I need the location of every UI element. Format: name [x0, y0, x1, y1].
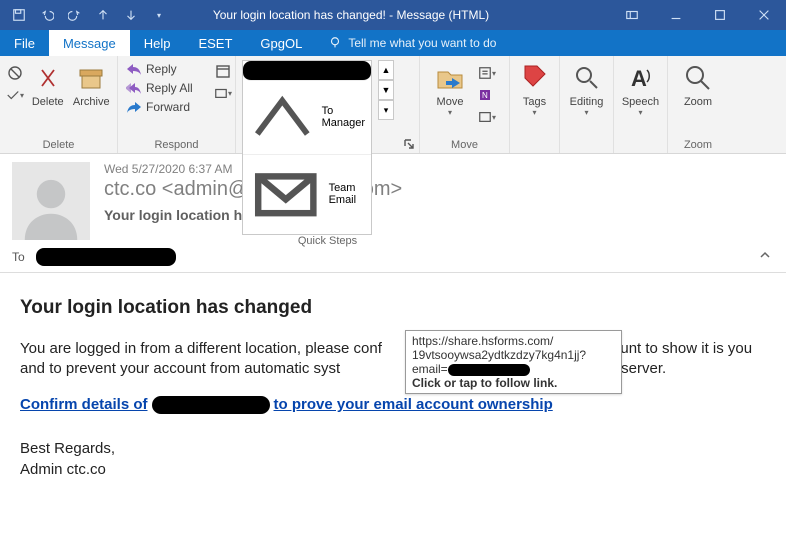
expand-header-icon[interactable] — [758, 248, 772, 267]
to-redacted — [36, 248, 176, 266]
down-arrow-icon[interactable] — [118, 2, 144, 28]
group-quicksteps: To Manager Team Email ▲ ▼ ▾ Quick Steps — [236, 56, 420, 153]
forward-button[interactable]: Forward — [124, 98, 192, 116]
tab-message[interactable]: Message — [49, 30, 130, 56]
editing-button[interactable]: Editing▾ — [566, 60, 607, 117]
quicksteps-more-icon[interactable]: ▾ — [378, 100, 394, 120]
group-move-label: Move — [420, 139, 509, 153]
signature-line1: Best Regards, — [20, 440, 115, 457]
tooltip-url-2: 19vtsooywsa2ydtkzdzy7kg4n1jj? — [412, 348, 615, 362]
tab-gpgol[interactable]: GpgOL — [246, 30, 316, 56]
group-respond: Reply Reply All Forward ▾ Respond — [118, 56, 236, 153]
up-arrow-icon[interactable] — [90, 2, 116, 28]
group-speech: A Speech▾ — [614, 56, 668, 153]
reply-all-button[interactable]: Reply All — [124, 79, 195, 97]
ribbon-display-icon[interactable] — [610, 0, 654, 30]
sender-avatar — [12, 162, 90, 240]
tags-button[interactable]: Tags▾ — [516, 60, 553, 117]
group-zoom: Zoom Zoom — [668, 56, 728, 153]
window-controls — [610, 0, 786, 30]
link-tooltip: https://share.hsforms.com/ 19vtsooywsa2y… — [405, 330, 622, 394]
quicksteps-launcher-icon[interactable] — [403, 138, 415, 150]
quickstep-redacted[interactable] — [243, 61, 371, 81]
quickstep-team-email[interactable]: Team Email — [243, 155, 371, 235]
more-respond-icon[interactable]: ▾ — [214, 84, 232, 102]
tooltip-url-3: email= — [412, 362, 615, 376]
ribbon: ▾ Delete Archive Delete Reply Reply All … — [0, 56, 786, 154]
signature-line2: Admin ctc.co — [20, 461, 106, 478]
quicksteps-down-icon[interactable]: ▼ — [378, 80, 394, 100]
tooltip-url-1: https://share.hsforms.com/ — [412, 334, 615, 348]
quick-access-toolbar: ▾ — [0, 2, 172, 28]
zoom-button[interactable]: Zoom — [674, 60, 722, 108]
message-subject: Your login location has changed! — [104, 207, 774, 223]
tell-me-label: Tell me what you want to do — [348, 36, 496, 50]
ignore-icon[interactable] — [6, 64, 24, 82]
group-tags: Tags▾ — [510, 56, 560, 153]
meeting-icon[interactable] — [214, 62, 232, 80]
speech-button[interactable]: A Speech▾ — [620, 60, 661, 117]
group-respond-label: Respond — [118, 139, 235, 153]
to-label: To — [12, 250, 36, 264]
ribbon-tabs: File Message Help ESET GpgOL Tell me wha… — [0, 30, 786, 56]
group-zoom-label: Zoom — [668, 139, 728, 153]
reply-button[interactable]: Reply — [124, 60, 179, 78]
close-icon[interactable] — [742, 0, 786, 30]
svg-text:N: N — [482, 91, 488, 100]
redo-icon[interactable] — [62, 2, 88, 28]
to-row: To — [0, 244, 786, 268]
quicksteps-up-icon[interactable]: ▲ — [378, 60, 394, 80]
group-delete: ▾ Delete Archive Delete — [0, 56, 118, 153]
tooltip-hint: Click or tap to follow link. — [412, 376, 615, 390]
svg-text:A: A — [631, 66, 647, 91]
tell-me[interactable]: Tell me what you want to do — [316, 30, 496, 56]
body-heading: Your login location has changed — [20, 295, 766, 321]
minimize-icon[interactable] — [654, 0, 698, 30]
group-delete-label: Delete — [0, 139, 117, 153]
message-body: Your login location has changed You are … — [0, 273, 786, 502]
archive-button[interactable]: Archive — [72, 60, 112, 108]
tab-help[interactable]: Help — [130, 30, 185, 56]
body-paragraph: You are logged in from a different locat… — [20, 339, 766, 380]
rules-icon[interactable]: ▾ — [478, 64, 496, 82]
tab-eset[interactable]: ESET — [184, 30, 246, 56]
group-move: Move▾ ▾ N ▾ Move — [420, 56, 510, 153]
quickstep-to-manager[interactable]: To Manager — [243, 81, 371, 155]
move-button[interactable]: Move▾ — [426, 60, 474, 117]
onenote-icon[interactable]: N — [478, 86, 496, 104]
confirm-link[interactable]: Confirm details ofto prove your email ac… — [20, 395, 553, 415]
tab-file[interactable]: File — [0, 30, 49, 56]
group-editing: Editing▾ — [560, 56, 614, 153]
delete-button[interactable]: Delete — [28, 60, 68, 108]
link-redacted — [152, 396, 270, 414]
window-title: Your login location has changed! - Messa… — [172, 8, 610, 22]
message-date: Wed 5/27/2020 6:37 AM — [104, 162, 774, 176]
save-icon[interactable] — [6, 2, 32, 28]
message-from: ctc.co <admin@googlealert.com> — [104, 178, 774, 201]
quicksteps-gallery[interactable]: To Manager Team Email — [242, 60, 372, 235]
window-titlebar: ▾ Your login location has changed! - Mes… — [0, 0, 786, 30]
maximize-icon[interactable] — [698, 0, 742, 30]
qat-customize-icon[interactable]: ▾ — [146, 2, 172, 28]
undo-icon[interactable] — [34, 2, 60, 28]
junk-icon[interactable]: ▾ — [6, 86, 24, 104]
tooltip-redacted — [448, 364, 530, 376]
actions-icon[interactable]: ▾ — [478, 108, 496, 126]
